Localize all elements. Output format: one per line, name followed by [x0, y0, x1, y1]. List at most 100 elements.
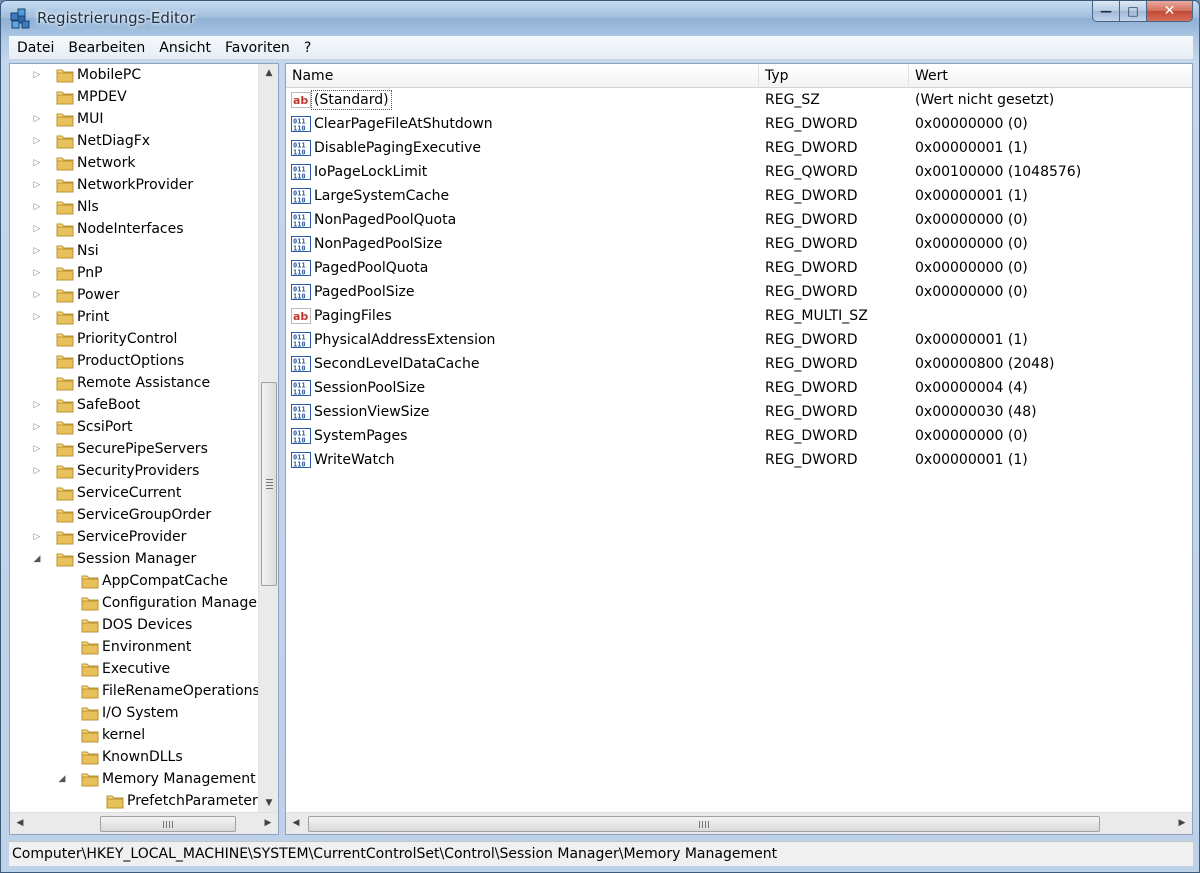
- collapsed-arrow-icon[interactable]: ▷: [32, 136, 42, 146]
- maximize-button[interactable]: □: [1120, 1, 1147, 22]
- menu-datei[interactable]: Datei: [9, 36, 61, 59]
- value-row[interactable]: ab PagingFiles REG_MULTI_SZ: [286, 304, 1192, 328]
- tree-node[interactable]: Executive: [10, 658, 258, 680]
- tree-vertical-scrollbar[interactable]: ▲ ▼: [258, 64, 278, 812]
- collapsed-arrow-icon[interactable]: ▷: [32, 224, 42, 234]
- value-row[interactable]: 011 110 NonPagedPoolQuota REG_DWORD 0x000000…: [286, 208, 1192, 232]
- tree-node[interactable]: ServiceCurrent: [10, 482, 258, 504]
- minimize-button[interactable]: —: [1092, 1, 1120, 22]
- value-row[interactable]: 011 110 SystemPages REG_DWORD 0x00000000 (0): [286, 424, 1192, 448]
- collapsed-arrow-icon[interactable]: ▷: [32, 114, 42, 124]
- key-tree-pane[interactable]: ▷ MobilePC MPDEV ▷ MUI ▷ NetDiagFx ▷ Network ▷ Net…: [9, 63, 279, 835]
- collapsed-arrow-icon[interactable]: ▷: [32, 70, 42, 80]
- scroll-down-button[interactable]: ▼: [259, 794, 278, 812]
- binary-value-icon: 011 110: [291, 163, 311, 181]
- tree-node[interactable]: ▷ SecurePipeServers: [10, 438, 258, 460]
- column-header-name[interactable]: Name: [286, 64, 759, 88]
- value-row[interactable]: 011 110 WriteWatch REG_DWORD 0x00000001 (1): [286, 448, 1192, 472]
- tree-node[interactable]: KnownDLLs: [10, 746, 258, 768]
- tree-vertical-scroll-thumb[interactable]: [261, 382, 277, 586]
- value-row[interactable]: 011 110 SessionViewSize REG_DWORD 0x00000030…: [286, 400, 1192, 424]
- value-type: REG_SZ: [765, 92, 820, 108]
- tree-node[interactable]: ServiceGroupOrder: [10, 504, 258, 526]
- collapsed-arrow-icon[interactable]: ▷: [32, 202, 42, 212]
- menu-help[interactable]: ?: [297, 36, 318, 59]
- scroll-left-button[interactable]: ◀: [10, 813, 30, 834]
- tree-horizontal-scroll-thumb[interactable]: [100, 816, 236, 832]
- tree-node[interactable]: ▷ NetDiagFx: [10, 130, 258, 152]
- tree-node[interactable]: MPDEV: [10, 86, 258, 108]
- title-bar[interactable]: Registrierungs-Editor — □ ✕: [1, 1, 1199, 35]
- column-header-type[interactable]: Typ: [759, 64, 909, 88]
- tree-node[interactable]: Configuration Manager: [10, 592, 258, 614]
- value-row[interactable]: 011 110 NonPagedPoolSize REG_DWORD 0x0000000…: [286, 232, 1192, 256]
- expanded-arrow-icon[interactable]: ◢: [32, 554, 42, 564]
- value-row[interactable]: 011 110 SessionPoolSize REG_DWORD 0x00000004…: [286, 376, 1192, 400]
- value-row[interactable]: 011 110 LargeSystemCache REG_DWORD 0x0000000…: [286, 184, 1192, 208]
- collapsed-arrow-icon[interactable]: ▷: [32, 400, 42, 410]
- tree-node[interactable]: Environment: [10, 636, 258, 658]
- tree-node[interactable]: ▷ ServiceProvider: [10, 526, 258, 548]
- tree-node[interactable]: AppCompatCache: [10, 570, 258, 592]
- collapsed-arrow-icon[interactable]: ▷: [32, 422, 42, 432]
- tree-node[interactable]: ▷ Print: [10, 306, 258, 328]
- value-row[interactable]: 011 110 SecondLevelDataCache REG_DWORD 0x000…: [286, 352, 1192, 376]
- tree-node[interactable]: ▷ Power: [10, 284, 258, 306]
- value-row[interactable]: 011 110 ClearPageFileAtShutdown REG_DWORD 0x…: [286, 112, 1192, 136]
- collapsed-arrow-icon[interactable]: ▷: [32, 312, 42, 322]
- value-row[interactable]: ab (Standard) REG_SZ (Wert nicht gesetzt): [286, 88, 1192, 112]
- scroll-left-button[interactable]: ◀: [286, 813, 306, 834]
- list-horizontal-scroll-thumb[interactable]: [308, 816, 1100, 832]
- tree-node[interactable]: ▷ PnP: [10, 262, 258, 284]
- tree-node[interactable]: FileRenameOperations: [10, 680, 258, 702]
- collapsed-arrow-icon[interactable]: ▷: [32, 158, 42, 168]
- expanded-arrow-icon[interactable]: ◢: [57, 774, 67, 784]
- tree-node[interactable]: ▷ ScsiPort: [10, 416, 258, 438]
- column-header-value[interactable]: Wert: [909, 64, 1192, 88]
- list-horizontal-scrollbar[interactable]: ◀ ▶: [286, 812, 1192, 834]
- collapsed-arrow-icon[interactable]: ▷: [32, 466, 42, 476]
- tree-horizontal-scrollbar[interactable]: ◀ ▶: [10, 812, 278, 834]
- collapsed-arrow-icon[interactable]: ▷: [32, 532, 42, 542]
- tree-node[interactable]: Remote Assistance: [10, 372, 258, 394]
- menu-bearbeiten[interactable]: Bearbeiten: [61, 36, 152, 59]
- collapsed-arrow-icon[interactable]: ▷: [32, 180, 42, 190]
- binary-value-icon: 011 110: [291, 115, 311, 133]
- scroll-up-button[interactable]: ▲: [259, 64, 278, 82]
- value-row[interactable]: 011 110 PagedPoolSize REG_DWORD 0x00000000 (…: [286, 280, 1192, 304]
- value-row[interactable]: 011 110 DisablePagingExecutive REG_DWORD 0x0…: [286, 136, 1192, 160]
- tree-node[interactable]: ▷ Network: [10, 152, 258, 174]
- tree-node[interactable]: ◢ Memory Management: [10, 768, 258, 790]
- tree-node[interactable]: ProductOptions: [10, 350, 258, 372]
- menu-ansicht[interactable]: Ansicht: [152, 36, 218, 59]
- tree-node[interactable]: ▷ Nsi: [10, 240, 258, 262]
- tree-node[interactable]: ▷ SecurityProviders: [10, 460, 258, 482]
- tree-node[interactable]: PriorityControl: [10, 328, 258, 350]
- menu-favoriten[interactable]: Favoriten: [218, 36, 297, 59]
- tree-node[interactable]: PrefetchParameters: [10, 790, 258, 812]
- value-row[interactable]: 011 110 IoPageLockLimit REG_QWORD 0x00100000…: [286, 160, 1192, 184]
- tree-node[interactable]: DOS Devices: [10, 614, 258, 636]
- scroll-right-button[interactable]: ▶: [258, 813, 278, 834]
- close-button[interactable]: ✕: [1147, 1, 1193, 22]
- value-row[interactable]: 011 110 PhysicalAddressExtension REG_DWORD 0…: [286, 328, 1192, 352]
- svg-text:110: 110: [293, 413, 306, 421]
- tree-node[interactable]: ◢ Session Manager: [10, 548, 258, 570]
- regedit-window: Registrierungs-Editor — □ ✕ Datei Bearbe…: [0, 0, 1200, 873]
- tree-node[interactable]: ▷ SafeBoot: [10, 394, 258, 416]
- tree-node[interactable]: kernel: [10, 724, 258, 746]
- tree-node[interactable]: ▷ MUI: [10, 108, 258, 130]
- folder-icon: [55, 110, 75, 128]
- tree-node[interactable]: ▷ NodeInterfaces: [10, 218, 258, 240]
- value-row[interactable]: 011 110 PagedPoolQuota REG_DWORD 0x00000000 …: [286, 256, 1192, 280]
- scroll-right-button[interactable]: ▶: [1172, 813, 1192, 834]
- tree-node[interactable]: ▷ NetworkProvider: [10, 174, 258, 196]
- tree-node[interactable]: ▷ MobilePC: [10, 64, 258, 86]
- collapsed-arrow-icon[interactable]: ▷: [32, 246, 42, 256]
- collapsed-arrow-icon[interactable]: ▷: [32, 444, 42, 454]
- values-list-pane[interactable]: Name Typ Wert ab (Standard) REG_SZ (Wert ni…: [285, 63, 1193, 835]
- tree-node[interactable]: I/O System: [10, 702, 258, 724]
- collapsed-arrow-icon[interactable]: ▷: [32, 290, 42, 300]
- collapsed-arrow-icon[interactable]: ▷: [32, 268, 42, 278]
- tree-node[interactable]: ▷ Nls: [10, 196, 258, 218]
